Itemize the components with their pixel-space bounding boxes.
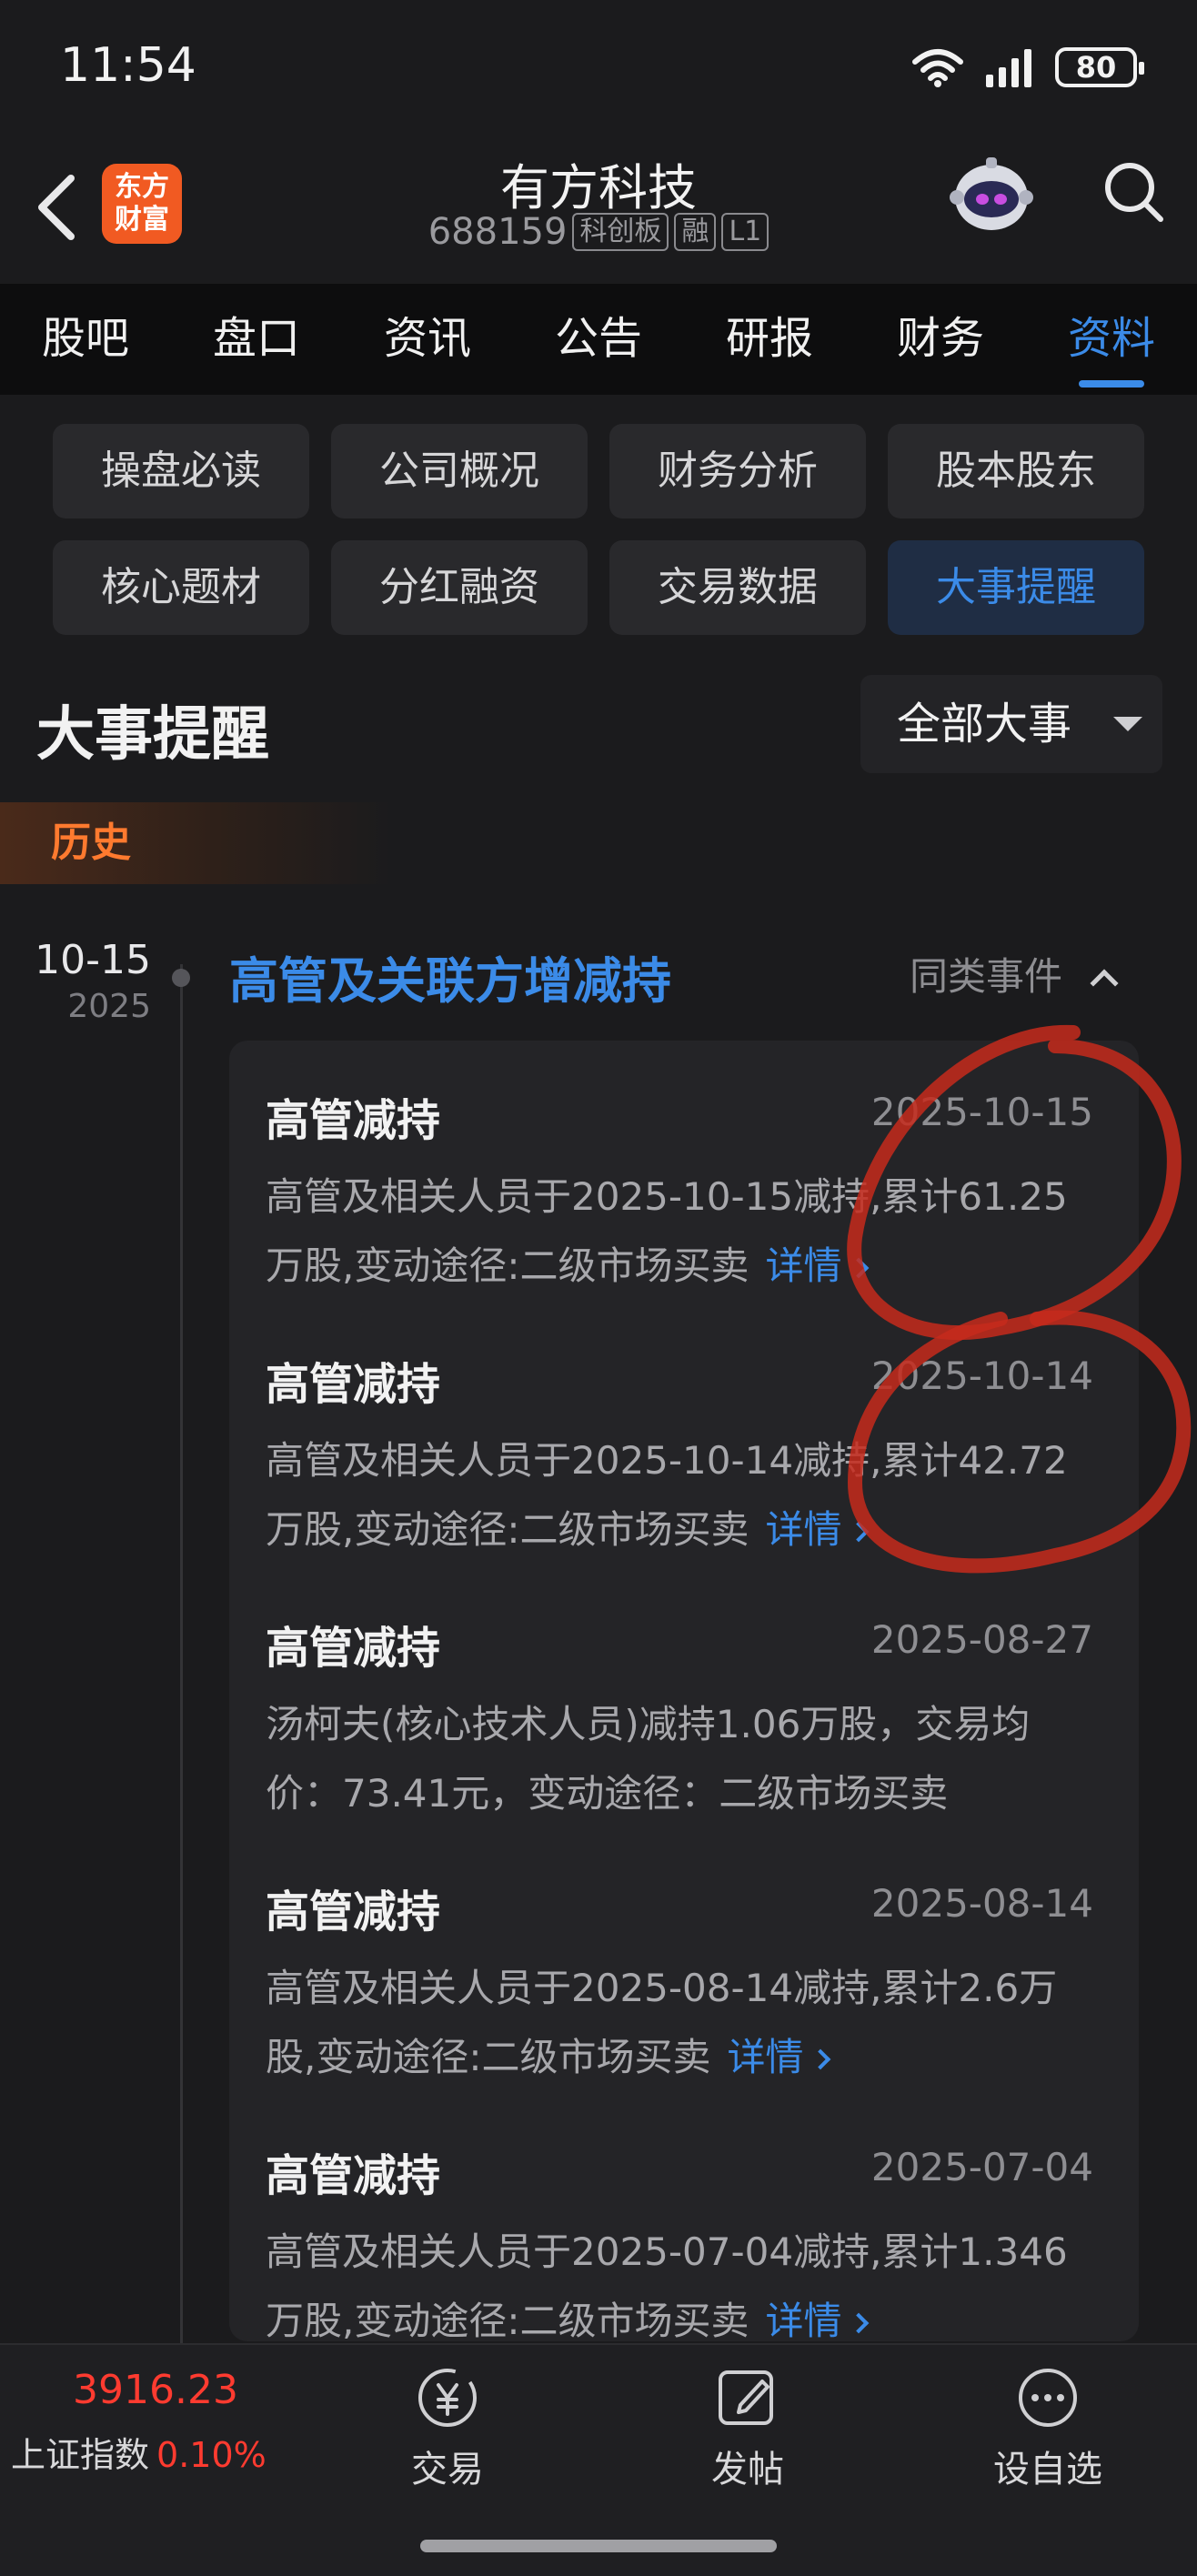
tab-finance[interactable]: 财务 bbox=[855, 284, 1026, 395]
tab-news[interactable]: 资讯 bbox=[342, 284, 513, 395]
level-tag: L1 bbox=[721, 213, 770, 251]
trade-button[interactable]: 交易 bbox=[357, 2363, 538, 2492]
detail-link[interactable]: 详情 bbox=[727, 2035, 830, 2079]
history-banner: 历史 bbox=[0, 802, 391, 884]
search-icon[interactable] bbox=[1099, 155, 1168, 227]
item-date: 2025-10-15 bbox=[870, 1090, 1093, 1134]
compose-icon bbox=[719, 2370, 773, 2425]
stock-header: 东方财富 有方科技 688159 科创板 融 L1 bbox=[0, 136, 1197, 282]
chevron-up-icon bbox=[1090, 969, 1119, 998]
add-watchlist-label: 设自选 bbox=[993, 2449, 1102, 2490]
item-description: 高管及相关人员于2025-07-04减持,累计1.346万股,变动途径:二级市场… bbox=[266, 2218, 1093, 2341]
subtab-financial-analysis[interactable]: 财务分析 bbox=[609, 424, 866, 518]
timeline-date: 10-15 bbox=[35, 937, 151, 983]
event-filter-label: 全部大事 bbox=[897, 699, 1072, 750]
item-date: 2025-07-04 bbox=[870, 2145, 1093, 2189]
similar-events-label: 同类事件 bbox=[910, 954, 1063, 999]
item-title: 高管减持 bbox=[266, 1623, 441, 1674]
tab-profile[interactable]: 资料 bbox=[1026, 284, 1197, 395]
post-label: 发帖 bbox=[711, 2449, 784, 2490]
item-description-text: 高管及相关人员于2025-07-04减持,累计1.346万股,变动途径:二级市场… bbox=[266, 2229, 1068, 2341]
post-button[interactable]: 发帖 bbox=[657, 2363, 839, 2492]
robot-assistant-icon[interactable] bbox=[946, 150, 1037, 241]
sub-tab-grid: 操盘必读 公司概况 财务分析 股本股东 核心题材 分红融资 交易数据 大事提醒 bbox=[53, 424, 1144, 635]
event-list-card: 高管减持 2025-10-15 高管及相关人员于2025-10-15减持,累计6… bbox=[229, 1041, 1139, 2341]
market-tag: 科创板 bbox=[572, 213, 669, 251]
stock-code: 688159 bbox=[428, 211, 568, 253]
status-bar: 11:54 80 bbox=[0, 0, 1197, 136]
detail-link[interactable]: 详情 bbox=[765, 1243, 869, 1288]
detail-link-label: 详情 bbox=[765, 2299, 842, 2341]
item-description-text: 汤柯夫(核心技术人员)减持1.06万股，交易均价：73.41元，变动途径：二级市… bbox=[266, 1702, 1031, 1816]
caret-down-icon bbox=[1113, 717, 1142, 731]
item-title: 高管减持 bbox=[266, 1359, 441, 1410]
event-filter-dropdown[interactable]: 全部大事 bbox=[860, 675, 1162, 773]
status-time: 11:54 bbox=[60, 38, 196, 93]
chevron-right-icon bbox=[848, 1257, 869, 1279]
main-tab-bar: 股吧 盘口 资讯 公告 研报 财务 资料 bbox=[0, 284, 1197, 395]
subtab-company-overview[interactable]: 公司概况 bbox=[331, 424, 588, 518]
item-title: 高管减持 bbox=[266, 2150, 441, 2201]
index-change: 0.10% bbox=[156, 2435, 267, 2475]
chevron-right-icon bbox=[810, 2048, 830, 2070]
item-title: 高管减持 bbox=[266, 1887, 441, 1937]
item-description: 高管及相关人员于2025-10-15减持,累计61.25万股,变动途径:二级市场… bbox=[266, 1162, 1093, 1301]
timeline-year: 2025 bbox=[67, 988, 151, 1025]
timeline-dot bbox=[172, 969, 190, 987]
detail-link-label: 详情 bbox=[727, 2035, 804, 2079]
tab-announcements[interactable]: 公告 bbox=[513, 284, 684, 395]
subtab-core-themes[interactable]: 核心题材 bbox=[53, 540, 309, 635]
index-name: 上证指数 bbox=[11, 2435, 150, 2475]
item-description-text: 高管及相关人员于2025-08-14减持,累计2.6万股,变动途径:二级市场买卖 bbox=[266, 1966, 1058, 2079]
item-description: 高管及相关人员于2025-10-14减持,累计42.72万股,变动途径:二级市场… bbox=[266, 1426, 1093, 1565]
item-title: 高管减持 bbox=[266, 1095, 441, 1146]
add-watchlist-button[interactable]: 设自选 bbox=[957, 2363, 1139, 2492]
detail-link-label: 详情 bbox=[765, 1243, 842, 1288]
tab-research[interactable]: 研报 bbox=[684, 284, 855, 395]
tab-pankou[interactable]: 盘口 bbox=[171, 284, 342, 395]
detail-link[interactable]: 详情 bbox=[765, 1507, 869, 1552]
item-description-text: 高管及相关人员于2025-10-14减持,累计42.72万股,变动途径:二级市场… bbox=[266, 1438, 1068, 1552]
index-value[interactable]: 3916.23 bbox=[73, 2367, 238, 2413]
chevron-right-icon bbox=[848, 1521, 869, 1543]
item-date: 2025-08-27 bbox=[870, 1617, 1093, 1662]
subtab-dividends-financing[interactable]: 分红融资 bbox=[331, 540, 588, 635]
yen-exchange-icon bbox=[418, 2369, 477, 2427]
wifi-icon bbox=[912, 49, 963, 87]
subtab-trading-guide[interactable]: 操盘必读 bbox=[53, 424, 309, 518]
index-ticker[interactable]: 上证指数 0.10% bbox=[11, 2427, 267, 2477]
margin-tag: 融 bbox=[674, 213, 717, 251]
subtab-shareholders[interactable]: 股本股东 bbox=[888, 424, 1144, 518]
status-icons: 80 bbox=[911, 47, 1144, 87]
item-description: 高管及相关人员于2025-08-14减持,累计2.6万股,变动途径:二级市场买卖… bbox=[266, 1954, 1093, 2092]
tab-guba[interactable]: 股吧 bbox=[0, 284, 171, 395]
item-description-text: 高管及相关人员于2025-10-15减持,累计61.25万股,变动途径:二级市场… bbox=[266, 1174, 1068, 1288]
event-category-title[interactable]: 高管及关联方增减持 bbox=[229, 941, 671, 1012]
subtab-major-events[interactable]: 大事提醒 bbox=[888, 540, 1144, 635]
item-description: 汤柯夫(核心技术人员)减持1.06万股，交易均价：73.41元，变动途径：二级市… bbox=[266, 1690, 1093, 1828]
signal-icon bbox=[986, 49, 1031, 87]
similar-events-toggle[interactable]: 同类事件 bbox=[910, 946, 1119, 1001]
battery-icon: 80 bbox=[1055, 47, 1144, 87]
item-date: 2025-08-14 bbox=[870, 1881, 1093, 1926]
detail-link-label: 详情 bbox=[765, 1507, 842, 1552]
home-indicator[interactable] bbox=[420, 2540, 777, 2552]
detail-link[interactable]: 详情 bbox=[765, 2299, 869, 2341]
more-dots-icon bbox=[1019, 2369, 1077, 2427]
chevron-right-icon bbox=[848, 2312, 869, 2334]
item-date: 2025-10-14 bbox=[870, 1353, 1093, 1398]
trade-label: 交易 bbox=[411, 2449, 484, 2490]
section-title: 大事提醒 bbox=[36, 701, 269, 769]
subtab-trading-data[interactable]: 交易数据 bbox=[609, 540, 866, 635]
timeline-line bbox=[180, 964, 183, 2347]
